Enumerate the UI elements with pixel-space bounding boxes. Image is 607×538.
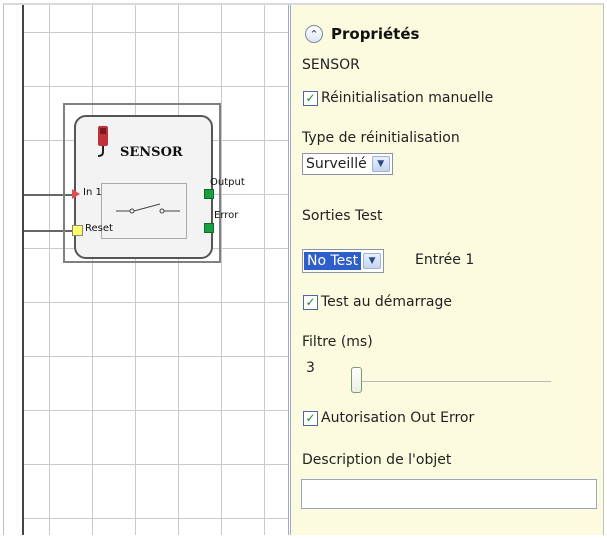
test-outputs-label: Sorties Test: [302, 208, 383, 224]
properties-title: Propriétés: [331, 25, 420, 43]
chevron-up-icon: ⌃: [309, 27, 319, 41]
photoelectric-sensor-icon: [97, 126, 108, 157]
filter-label: Filtre (ms): [302, 334, 373, 350]
check-icon: ✓: [305, 91, 316, 105]
error-port[interactable]: [204, 223, 214, 233]
switch-contact-icon: [116, 203, 180, 214]
reset-type-value: Surveillé: [306, 156, 367, 172]
manual-reset-label: Réinitialisation manuelle: [321, 90, 494, 106]
chevron-down-icon[interactable]: ▼: [363, 253, 382, 269]
collapse-button[interactable]: ⌃: [305, 25, 323, 43]
startup-test-row: ✓ Test au démarrage: [303, 294, 452, 310]
input1-label: In 1: [83, 187, 102, 198]
filter-value: 3: [306, 360, 315, 376]
out-error-row: ✓ Autorisation Out Error: [303, 410, 474, 426]
chevron-down-icon[interactable]: ▼: [371, 156, 390, 172]
schematic-canvas[interactable]: [22, 5, 290, 535]
test-output-select[interactable]: No Test ▼: [302, 249, 385, 273]
properties-header: ⌃ Propriétés: [305, 25, 419, 43]
description-input[interactable]: [301, 479, 597, 509]
editor-frame: SENSOR In 1 Reset Output Error ⌃ Proprié…: [3, 3, 604, 535]
block-title: SENSOR: [120, 145, 183, 160]
description-label: Description de l'objet: [302, 452, 452, 468]
check-icon: ✓: [305, 411, 316, 425]
test-output-input-label: Entrée 1: [415, 252, 475, 268]
filter-slider-track[interactable]: [351, 381, 551, 382]
output-label: Output: [210, 177, 245, 188]
reset-port[interactable]: [72, 225, 83, 236]
startup-test-checkbox[interactable]: ✓: [303, 294, 318, 310]
input1-port[interactable]: [72, 189, 80, 199]
test-output-value: No Test: [304, 252, 362, 270]
check-icon: ✓: [305, 295, 316, 309]
component-name: SENSOR: [302, 57, 360, 73]
out-error-checkbox[interactable]: ✓: [303, 410, 318, 426]
properties-panel: ⌃ Propriétés SENSOR ✓ Réinitialisation m…: [291, 5, 603, 535]
filter-slider-thumb[interactable]: [351, 367, 362, 393]
reset-type-label: Type de réinitialisation: [302, 130, 460, 146]
output-port[interactable]: [204, 189, 214, 199]
reset-type-select[interactable]: Surveillé ▼: [302, 153, 393, 175]
reset-label: Reset: [85, 223, 113, 234]
startup-test-label: Test au démarrage: [321, 294, 452, 310]
out-error-label: Autorisation Out Error: [321, 410, 475, 426]
manual-reset-checkbox[interactable]: ✓: [303, 90, 318, 106]
error-label: Error: [214, 210, 239, 221]
manual-reset-row: ✓ Réinitialisation manuelle: [303, 90, 493, 106]
